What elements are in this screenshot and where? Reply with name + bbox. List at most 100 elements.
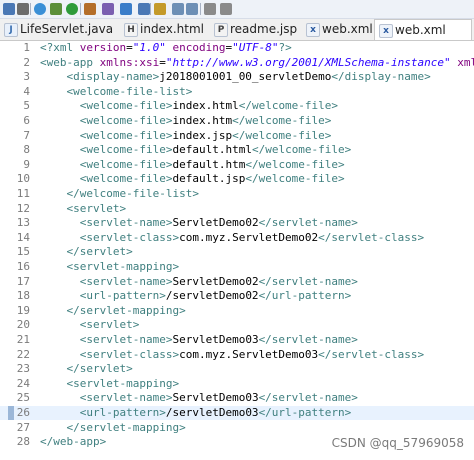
code-line[interactable]: 23 </servlet> bbox=[0, 362, 474, 376]
code-line[interactable]: 13 <servlet-name>ServletDemo02</servlet-… bbox=[0, 216, 474, 230]
code-line[interactable]: 26 <url-pattern>/servletDemo03</url-patt… bbox=[0, 406, 474, 420]
code-line[interactable]: 4 <welcome-file-list> bbox=[0, 85, 474, 99]
code-text: <servlet-mapping> bbox=[66, 376, 180, 390]
xml-source-editor[interactable]: 1 <?xml version="1.0" encoding="UTF-8"?> 2… bbox=[0, 41, 474, 460]
watermark: CSDN @qq_57969058 bbox=[331, 436, 464, 450]
line-number: 12 bbox=[16, 201, 30, 215]
code-text: <web-app xmlns:xsi="http://www.w3.org/20… bbox=[40, 55, 474, 69]
line-number: 13 bbox=[16, 216, 30, 230]
code-line[interactable]: 7 <welcome-file>index.jsp</welcome-file> bbox=[0, 129, 474, 143]
toolbar-separator bbox=[150, 3, 151, 15]
line-number: 21 bbox=[16, 333, 30, 346]
code-line[interactable]: 14 <servlet-class>com.myz.ServletDemo02<… bbox=[0, 231, 474, 245]
line-number: 7 bbox=[23, 128, 30, 142]
code-line[interactable]: 6 <welcome-file>index.htm</welcome-file> bbox=[0, 114, 474, 128]
code-text: <servlet-name>ServletDemo02</servlet-nam… bbox=[79, 274, 358, 288]
line-number: 2 bbox=[23, 55, 30, 69]
line-number: 28 bbox=[16, 435, 30, 449]
code-line[interactable]: 12 <servlet> bbox=[0, 202, 474, 216]
tab-label: readme.jsp bbox=[230, 22, 298, 36]
line-number: 14 bbox=[16, 230, 30, 244]
code-line[interactable]: 11 </welcome-file-list> bbox=[0, 187, 474, 201]
code-line[interactable]: 19 </servlet-mapping> bbox=[0, 304, 474, 318]
code-text: <servlet> bbox=[79, 318, 140, 332]
code-line[interactable]: 18 <url-pattern>/servletDemo02</url-patt… bbox=[0, 289, 474, 303]
line-number: 25 bbox=[16, 391, 30, 405]
code-line[interactable]: 22 <servlet-class>com.myz.ServletDemo03<… bbox=[0, 348, 474, 362]
code-line[interactable]: 24 <servlet-mapping> bbox=[0, 377, 474, 391]
code-text: <welcome-file>default.jsp</welcome-file> bbox=[79, 172, 345, 186]
code-text: </welcome-file-list> bbox=[66, 187, 199, 200]
code-text: <servlet-class>com.myz.ServletDemo02</se… bbox=[79, 230, 425, 244]
globe-icon[interactable] bbox=[34, 3, 46, 15]
code-line[interactable]: 5 <welcome-file>index.html</welcome-file… bbox=[0, 99, 474, 113]
code-text: </servlet-mapping> bbox=[66, 420, 186, 434]
java-file-icon: J bbox=[4, 23, 18, 37]
code-line[interactable]: 9 <welcome-file>default.htm</welcome-fil… bbox=[0, 158, 474, 172]
debug-icon[interactable] bbox=[50, 3, 62, 15]
prev-annotation-icon[interactable] bbox=[186, 3, 198, 15]
code-line[interactable]: 20 <servlet> bbox=[0, 318, 474, 332]
line-number: 24 bbox=[16, 376, 30, 390]
tab-lifeservlet-java[interactable]: J LifeServlet.java bbox=[4, 19, 120, 39]
line-number: 5 bbox=[23, 99, 30, 113]
tab-web-xml[interactable]: x web.xml bbox=[306, 19, 373, 39]
code-line[interactable]: 17 <servlet-name>ServletDemo02</servlet-… bbox=[0, 275, 474, 289]
edit-icon[interactable] bbox=[154, 3, 166, 15]
run-icon[interactable] bbox=[66, 3, 78, 15]
code-text: <welcome-file>default.htm</welcome-file> bbox=[79, 157, 345, 171]
code-line[interactable]: 21 <servlet-name>ServletDemo03</servlet-… bbox=[0, 333, 474, 347]
back-icon[interactable] bbox=[204, 3, 216, 15]
code-text: </web-app> bbox=[40, 435, 107, 449]
search-icon[interactable] bbox=[138, 3, 150, 15]
line-number: 23 bbox=[16, 362, 30, 376]
code-line[interactable]: 3 <display-name>j2018001001_00_servletDe… bbox=[0, 70, 474, 84]
code-line[interactable]: 25 <servlet-name>ServletDemo03</servlet-… bbox=[0, 391, 474, 405]
code-text: <url-pattern>/servletDemo03</url-pattern… bbox=[79, 406, 352, 419]
open-type-icon[interactable] bbox=[120, 3, 132, 15]
editor-tab-bar: J LifeServlet.java Hindex.html Preadme.jsp x… bbox=[0, 19, 474, 41]
tab-web-xml-active[interactable]: x web.xml bbox=[374, 19, 472, 40]
code-line[interactable]: 2 <web-app xmlns:xsi="http://www.w3.org/2… bbox=[0, 56, 474, 70]
line-number: 27 bbox=[16, 420, 30, 434]
jsp-file-icon: P bbox=[214, 23, 228, 37]
code-line[interactable]: 15 </servlet> bbox=[0, 245, 474, 259]
tab-label: LifeServlet.java bbox=[20, 22, 114, 36]
line-number: 6 bbox=[23, 114, 30, 127]
html-file-icon: H bbox=[124, 23, 138, 37]
code-text: <url-pattern>/servletDemo02</url-pattern… bbox=[79, 289, 352, 303]
line-number: 11 bbox=[16, 187, 30, 200]
line-number: 4 bbox=[23, 84, 30, 98]
line-number: 20 bbox=[16, 318, 30, 332]
code-text: <servlet-name>ServletDemo03</servlet-nam… bbox=[79, 391, 358, 405]
code-text: <servlet-class>com.myz.ServletDemo03</se… bbox=[79, 347, 425, 361]
line-number: 16 bbox=[16, 260, 30, 273]
code-text: <welcome-file>index.html</welcome-file> bbox=[79, 99, 339, 113]
next-annotation-icon[interactable] bbox=[172, 3, 184, 15]
code-text: <welcome-file-list> bbox=[66, 84, 193, 98]
external-tools-icon[interactable] bbox=[84, 3, 96, 15]
tab-index-html[interactable]: Hindex.html bbox=[124, 19, 210, 39]
print-icon[interactable] bbox=[17, 3, 29, 15]
code-line[interactable]: 16 <servlet-mapping> bbox=[0, 260, 474, 274]
line-number: 19 bbox=[16, 303, 30, 317]
toolbar-separator bbox=[200, 3, 201, 15]
code-text: <?xml version="1.0" encoding="UTF-8"?> bbox=[40, 41, 292, 54]
code-line[interactable]: 1 <?xml version="1.0" encoding="UTF-8"?> bbox=[0, 41, 474, 55]
toolbar-separator bbox=[30, 3, 31, 15]
line-number: 18 bbox=[16, 289, 30, 303]
tab-readme-jsp[interactable]: Preadme.jsp bbox=[214, 19, 302, 39]
line-number: 22 bbox=[16, 347, 30, 361]
code-text: <servlet-mapping> bbox=[66, 260, 180, 273]
toolbar-separator bbox=[80, 3, 81, 15]
code-text: </servlet> bbox=[66, 362, 133, 376]
code-text: <servlet> bbox=[66, 201, 127, 215]
forward-icon[interactable] bbox=[220, 3, 232, 15]
tab-label: web.xml bbox=[322, 22, 373, 36]
code-line[interactable]: 10 <welcome-file>default.jsp</welcome-fi… bbox=[0, 172, 474, 186]
code-line[interactable]: 8 <welcome-file>default.html</welcome-fi… bbox=[0, 143, 474, 157]
save-icon[interactable] bbox=[3, 3, 15, 15]
xml-file-icon: x bbox=[306, 23, 320, 37]
new-server-icon[interactable] bbox=[102, 3, 114, 15]
code-line[interactable]: 27 </servlet-mapping> bbox=[0, 421, 474, 435]
